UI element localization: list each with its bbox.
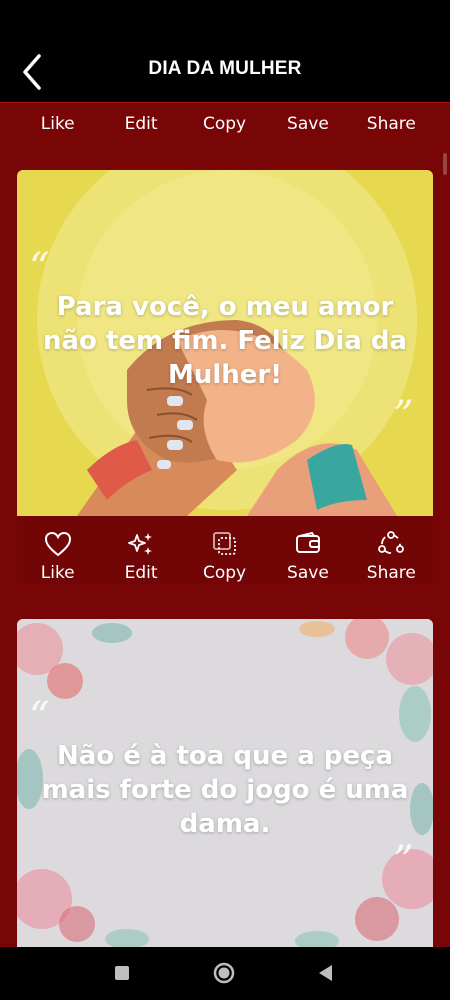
card-actions: Like Edit Copy Save Share	[16, 523, 433, 583]
system-navigation-bar	[0, 947, 450, 1000]
triangle-back-icon	[319, 965, 332, 981]
heart-icon	[44, 531, 71, 557]
save-label: Save	[287, 114, 329, 134]
back-nav-button[interactable]	[314, 961, 338, 985]
recents-button[interactable]	[110, 961, 134, 985]
like-button[interactable]: Like	[16, 108, 99, 134]
scrollbar[interactable]	[443, 153, 447, 175]
close-quote-mark: ”	[393, 838, 414, 884]
square-icon	[115, 966, 129, 980]
wallet-icon	[295, 531, 320, 553]
page-title: DIA DA MULHER	[148, 58, 302, 79]
like-label: Like	[40, 114, 75, 134]
sparkle-icon	[128, 533, 153, 555]
quote-card[interactable]: “ Para você, o meu amor não tem fim. Fel…	[17, 170, 433, 516]
share-label: Share	[366, 114, 416, 134]
circle-icon	[213, 962, 235, 984]
previous-card-actions: Like Edit Copy Save Share	[16, 108, 433, 134]
copy-label: Copy	[202, 114, 247, 134]
open-quote-mark: “	[29, 245, 50, 291]
quote-text: Para você, o meu amor não tem fim. Feliz…	[42, 292, 408, 390]
share-button[interactable]: Share	[350, 108, 433, 134]
top-app-bar: DIA DA MULHER	[0, 0, 450, 103]
close-quote-mark: ”	[393, 393, 414, 439]
save-button[interactable]: Save	[266, 108, 349, 134]
share-button[interactable]: Share	[350, 523, 433, 583]
copy-icon	[212, 532, 236, 555]
open-quote-mark: “	[29, 694, 50, 740]
edit-button[interactable]: Edit	[99, 108, 182, 134]
quote-card[interactable]: “ Não é à toa que a peça mais forte do j…	[17, 619, 433, 947]
copy-label: Copy	[202, 563, 247, 583]
copy-button[interactable]: Copy	[183, 108, 266, 134]
home-button[interactable]	[212, 961, 236, 985]
save-button[interactable]: Save	[266, 523, 349, 583]
share-icon	[378, 531, 405, 554]
edit-label: Edit	[124, 563, 158, 583]
share-label: Share	[366, 563, 416, 583]
like-button[interactable]: Like	[16, 523, 99, 583]
edit-button[interactable]: Edit	[99, 523, 182, 583]
copy-button[interactable]: Copy	[183, 523, 266, 583]
edit-label: Edit	[124, 114, 158, 134]
quote-text: Não é à toa que a peça mais forte do jog…	[41, 741, 409, 839]
like-label: Like	[40, 563, 75, 583]
quotes-list[interactable]: Like Edit Copy Save Share “ Para você, o…	[0, 103, 450, 947]
save-label: Save	[287, 563, 329, 583]
